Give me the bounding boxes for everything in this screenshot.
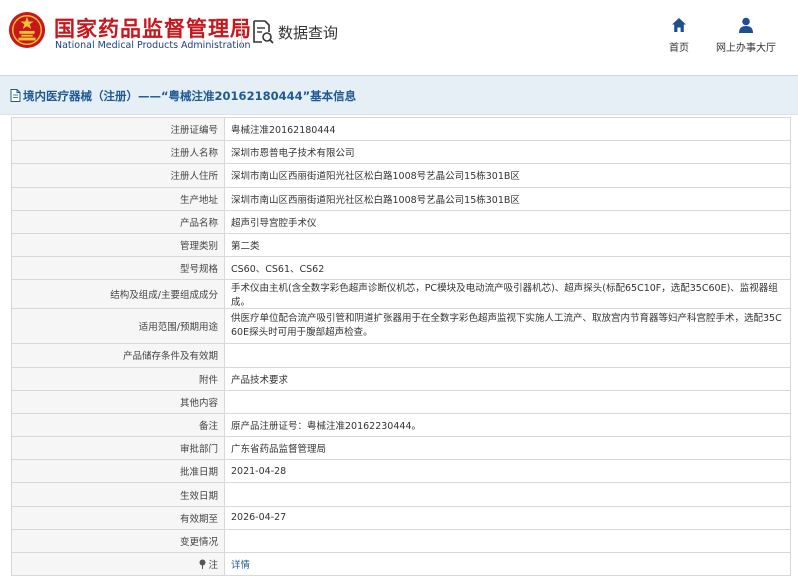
field-value: 广东省药品监督管理局 <box>224 436 791 461</box>
details-link[interactable]: 详情 <box>231 560 250 571</box>
field-label: 其他内容 <box>11 389 225 414</box>
table-row: 适用范围/预期用途 供医疗单位配合流产吸引管和阴道扩张器用于在全数字彩色超声监视… <box>11 308 791 345</box>
nav-home[interactable]: 首页 <box>662 16 696 54</box>
field-value: 粤械注准20162180444 <box>224 116 791 142</box>
field-label: 附件 <box>11 366 225 391</box>
field-label: 生效日期 <box>11 482 225 507</box>
table-row: 生产地址 深圳市南山区西丽街道阳光社区松白路1008号艺晶公司15栋301B区 <box>11 186 791 211</box>
field-label: 结构及组成/主要组成成分 <box>11 279 225 310</box>
field-label: 审批部门 <box>11 436 225 461</box>
field-label: 产品名称 <box>11 209 225 234</box>
pin-icon <box>199 559 206 570</box>
table-row: 结构及组成/主要组成成分 手术仪由主机(含全数字彩色超声诊断仪机芯，PC模块及电… <box>11 279 791 310</box>
table-row: 批准日期 2021-04-28 <box>11 459 791 484</box>
field-label: 生产地址 <box>11 186 225 211</box>
record-detail-table: 注册证编号 粤械注准20162180444 注册人名称 深圳市恩普电子技术有限公… <box>11 116 791 577</box>
table-row: 其他内容 <box>11 389 791 414</box>
brand-name-en: National Medical Products Administration <box>55 40 251 51</box>
note-label-cell: 注 <box>11 551 225 577</box>
table-row: 管理类别 第二类 <box>11 232 791 258</box>
table-row: 产品储存条件及有效期 <box>11 343 791 368</box>
field-label: 批准日期 <box>11 459 225 484</box>
site-header: 国家药品监督管理局 National Medical Products Admi… <box>0 0 798 68</box>
national-emblem-icon <box>8 11 46 49</box>
field-label: 备注 <box>11 412 225 438</box>
page-name: 数据查询 <box>278 24 339 42</box>
table-row-note: 注 详情 <box>11 551 791 577</box>
field-label: 产品储存条件及有效期 <box>11 343 225 368</box>
brand-name-cn: 国家药品监督管理局 <box>54 17 252 41</box>
table-row: 注册证编号 粤械注准20162180444 <box>11 116 791 142</box>
table-row: 有效期至 2026-04-27 <box>11 505 791 530</box>
table-row: 变更情况 <box>11 528 791 554</box>
field-value: 手术仪由主机(含全数字彩色超声诊断仪机芯，PC模块及电动流产吸引器机芯)、超声探… <box>224 279 791 310</box>
field-label: 有效期至 <box>11 505 225 530</box>
field-value: 超声引导宫腔手术仪 <box>224 209 791 234</box>
data-query-icon <box>253 20 274 44</box>
field-value: 2021-04-28 <box>224 459 791 484</box>
field-label: 型号规格 <box>11 256 225 281</box>
field-label: 注册人住所 <box>11 163 225 188</box>
nav-home-label: 首页 <box>669 43 689 54</box>
field-value <box>224 343 791 368</box>
table-row: 附件 产品技术要求 <box>11 366 791 391</box>
record-title-bar: 境内医疗器械（注册）——“粤械注准20162180444”基本信息 <box>0 75 798 115</box>
header-divider <box>241 18 242 48</box>
table-row: 注册人住所 深圳市南山区西丽街道阳光社区松白路1008号艺晶公司15栋301B区 <box>11 163 791 188</box>
field-value: 产品技术要求 <box>224 366 791 391</box>
field-value: 深圳市南山区西丽街道阳光社区松白路1008号艺晶公司15栋301B区 <box>224 186 791 211</box>
field-label: 适用范围/预期用途 <box>11 308 225 345</box>
table-row: 审批部门 广东省药品监督管理局 <box>11 436 791 461</box>
field-label: 变更情况 <box>11 528 225 554</box>
home-icon <box>672 18 686 32</box>
field-label: 管理类别 <box>11 232 225 258</box>
field-value: 第二类 <box>224 232 791 258</box>
field-value: 深圳市恩普电子技术有限公司 <box>224 140 791 165</box>
field-value: 深圳市南山区西丽街道阳光社区松白路1008号艺晶公司15栋301B区 <box>224 163 791 188</box>
user-icon <box>739 17 753 33</box>
table-row: 注册人名称 深圳市恩普电子技术有限公司 <box>11 140 791 165</box>
field-value <box>224 482 791 507</box>
field-label: 注册证编号 <box>11 116 225 142</box>
table-row: 生效日期 <box>11 482 791 507</box>
nav-online-service-hall-label: 网上办事大厅 <box>716 43 776 54</box>
field-value: 2026-04-27 <box>224 505 791 530</box>
table-row: 型号规格 CS60、CS61、CS62 <box>11 256 791 281</box>
note-value-cell: 详情 <box>224 551 791 577</box>
field-value <box>224 528 791 554</box>
field-value: 原产品注册证号：粤械注准20162230444。 <box>224 412 791 438</box>
field-value: CS60、CS61、CS62 <box>224 256 791 281</box>
field-label: 注册人名称 <box>11 140 225 165</box>
record-title: 境内医疗器械（注册）——“粤械注准20162180444”基本信息 <box>23 89 357 103</box>
field-value <box>224 389 791 414</box>
nav-online-service-hall[interactable]: 网上办事大厅 <box>715 16 777 54</box>
table-row: 备注 原产品注册证号：粤械注准20162230444。 <box>11 412 791 438</box>
table-row: 产品名称 超声引导宫腔手术仪 <box>11 209 791 234</box>
document-icon <box>10 89 21 102</box>
note-label: 注 <box>208 560 218 572</box>
field-value: 供医疗单位配合流产吸引管和阴道扩张器用于在全数字彩色超声监视下实施人工流产、取放… <box>224 308 791 345</box>
